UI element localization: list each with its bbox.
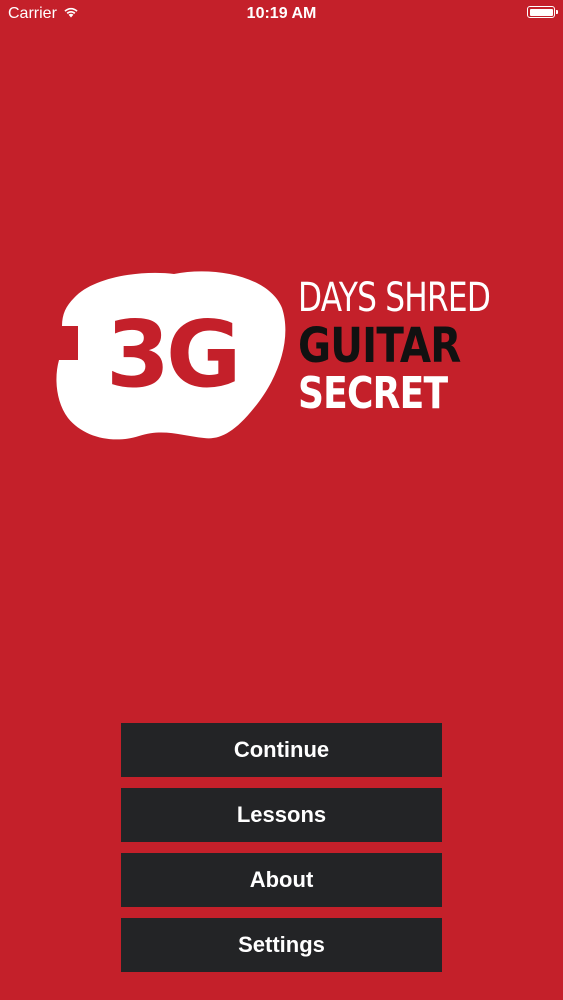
status-bar: Carrier 10:19 AM	[0, 0, 563, 30]
about-button[interactable]: About	[121, 853, 442, 907]
logo-mark: 3G	[56, 271, 286, 440]
status-time: 10:19 AM	[246, 5, 317, 22]
lessons-button[interactable]: Lessons	[121, 788, 442, 842]
logo-line-secret: SECRET	[298, 368, 448, 419]
app-logo: 3G DAYS SHRED GUITAR SECRET	[54, 268, 514, 443]
logo-line-days-shred: DAYS SHRED	[298, 275, 491, 321]
logo-line-guitar: GUITAR	[298, 318, 461, 374]
settings-button[interactable]: Settings	[121, 918, 442, 972]
main-menu: Continue Lessons About Settings	[121, 723, 442, 983]
continue-button[interactable]: Continue	[121, 723, 442, 777]
battery-fill	[529, 8, 553, 16]
logo-wordmark: DAYS SHRED GUITAR SECRET	[298, 278, 544, 416]
battery-icon	[527, 6, 558, 18]
logo-mark-text: 3G	[106, 301, 238, 408]
